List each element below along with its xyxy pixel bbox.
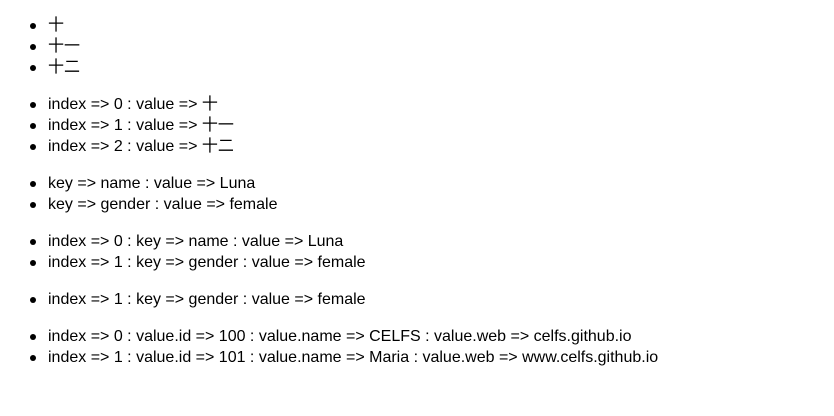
list-item: index => 1 : value => 十一 (30, 115, 834, 136)
list-key-value: key => name : value => Luna key => gende… (0, 173, 834, 215)
list-item: 十二 (30, 57, 834, 78)
page: 十 十一 十二 index => 0 : value => 十 index =>… (0, 0, 834, 416)
list-item: index => 0 : value.id => 100 : value.nam… (30, 326, 834, 347)
list-item: index => 0 : value => 十 (30, 94, 834, 115)
list-values: 十 十一 十二 (0, 15, 834, 78)
list-objects: index => 0 : value.id => 100 : value.nam… (0, 326, 834, 368)
list-item: key => name : value => Luna (30, 173, 834, 194)
list-index-value: index => 0 : value => 十 index => 1 : val… (0, 94, 834, 157)
list-item: index => 0 : key => name : value => Luna (30, 231, 834, 252)
list-filtered: index => 1 : key => gender : value => fe… (0, 289, 834, 310)
list-index-key-value: index => 0 : key => name : value => Luna… (0, 231, 834, 273)
list-item: index => 1 : value.id => 101 : value.nam… (30, 347, 834, 368)
list-item: index => 1 : key => gender : value => fe… (30, 252, 834, 273)
list-item: key => gender : value => female (30, 194, 834, 215)
list-item: index => 1 : key => gender : value => fe… (30, 289, 834, 310)
list-item: 十 (30, 15, 834, 36)
list-item: index => 2 : value => 十二 (30, 136, 834, 157)
list-item: 十一 (30, 36, 834, 57)
